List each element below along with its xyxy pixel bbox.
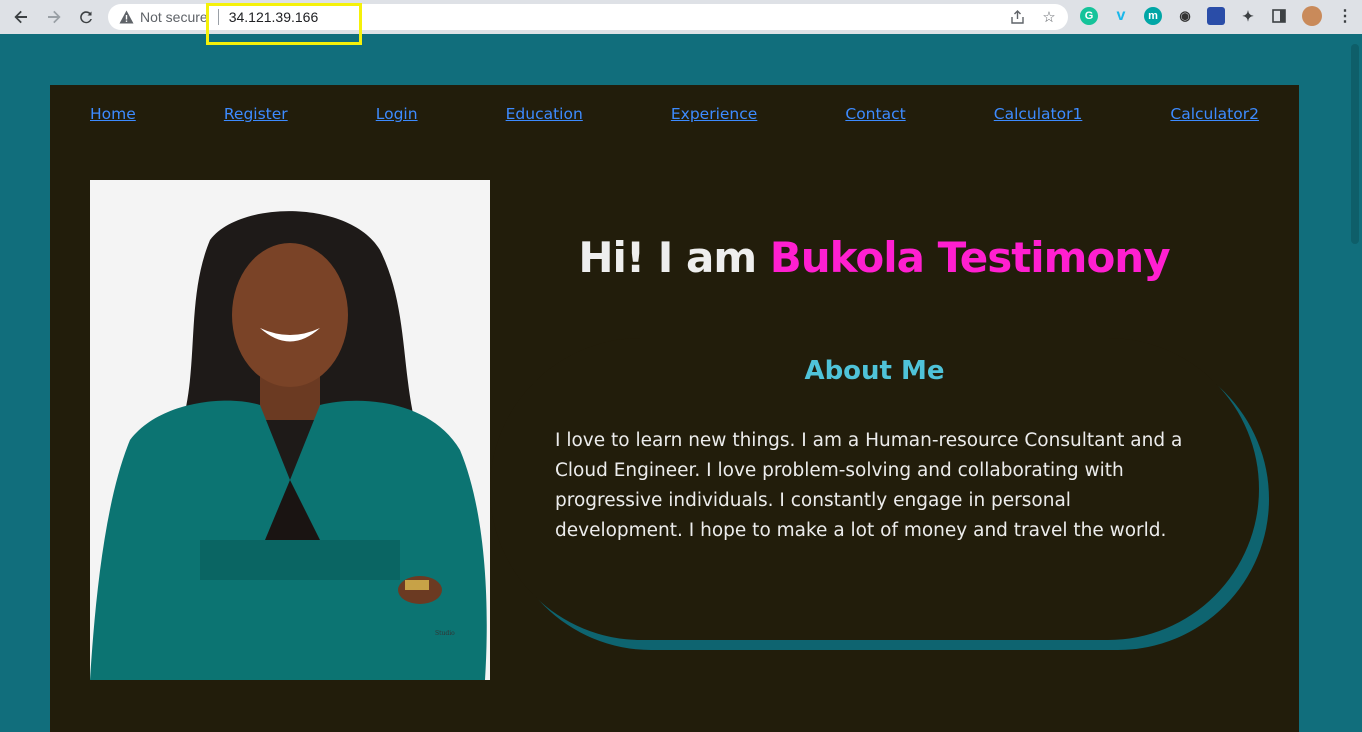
title-prefix: Hi! I am — [578, 233, 757, 282]
menu-icon[interactable]: ⋮ — [1336, 7, 1354, 25]
sidepanel-icon[interactable] — [1270, 7, 1288, 25]
scrollbar[interactable] — [1348, 34, 1362, 732]
hero-title: Hi! I am Bukola Testimony — [490, 233, 1258, 282]
nav-link-education[interactable]: Education — [506, 105, 583, 123]
profile-photo: Studio — [90, 180, 490, 680]
spy-icon[interactable]: ◉ — [1176, 7, 1194, 25]
reload-icon[interactable] — [75, 6, 97, 28]
puzzle-icon[interactable]: ✦ — [1239, 7, 1257, 25]
back-icon[interactable] — [10, 6, 32, 28]
nav-link-contact[interactable]: Contact — [845, 105, 905, 123]
about-section: About Me I love to learn new things. I a… — [490, 338, 1259, 640]
main-nav: Home Register Login Education Experience… — [90, 105, 1259, 123]
svg-text:Studio: Studio — [435, 630, 455, 637]
about-heading: About Me — [804, 356, 945, 386]
profile-avatar[interactable] — [1302, 6, 1322, 26]
url-highlight-box — [206, 3, 362, 45]
scroll-thumb[interactable] — [1351, 44, 1359, 244]
extension-icon[interactable] — [1207, 7, 1225, 25]
browser-toolbar: Not secure 34.121.39.166 ☆ G v m ◉ ✦ ⋮ — [0, 0, 1362, 34]
star-icon[interactable]: ☆ — [1040, 8, 1058, 26]
grammarly-icon[interactable]: G — [1080, 7, 1098, 25]
nav-link-calculator2[interactable]: Calculator2 — [1170, 105, 1259, 123]
extension-m-icon[interactable]: m — [1144, 7, 1162, 25]
about-body: I love to learn new things. I am a Human… — [555, 430, 1183, 541]
security-label[interactable]: Not secure — [140, 9, 208, 25]
share-icon[interactable] — [1008, 8, 1026, 26]
nav-link-register[interactable]: Register — [224, 105, 288, 123]
nav-link-home[interactable]: Home — [90, 105, 136, 123]
vimeo-icon[interactable]: v — [1112, 7, 1130, 25]
nav-link-calculator1[interactable]: Calculator1 — [994, 105, 1083, 123]
nav-link-login[interactable]: Login — [376, 105, 418, 123]
warning-icon[interactable] — [118, 9, 134, 25]
forward-icon[interactable] — [43, 6, 65, 28]
page-card: Home Register Login Education Experience… — [50, 85, 1299, 732]
nav-link-experience[interactable]: Experience — [671, 105, 757, 123]
title-name: Bukola Testimony — [769, 233, 1171, 282]
